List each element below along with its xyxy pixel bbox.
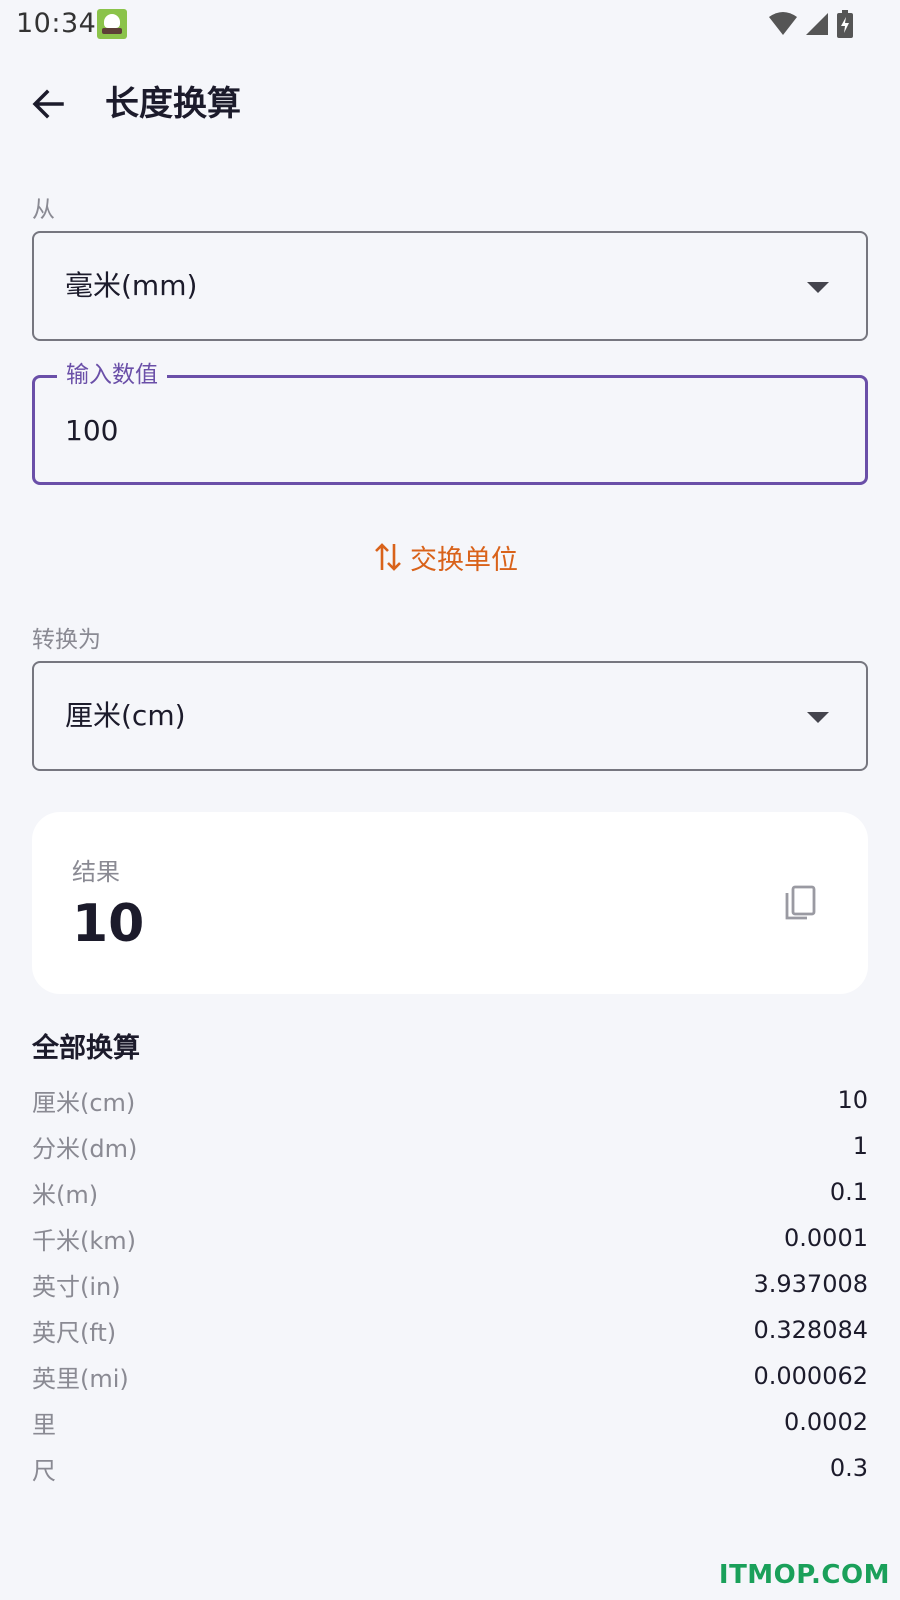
result-value: 10 (72, 894, 145, 954)
page-title: 长度换算 (105, 84, 241, 124)
app-notification-icon (97, 9, 127, 39)
conversion-unit: 厘米(cm) (32, 1088, 136, 1117)
to-unit-value: 厘米(cm) (65, 699, 186, 732)
result-card: 结果 10 (32, 812, 868, 994)
to-unit-select[interactable]: 厘米(cm) (32, 661, 868, 771)
list-item: 厘米(cm) 10 (32, 1077, 868, 1123)
list-item: 米(m) 0.1 (32, 1169, 868, 1215)
conversion-unit: 千米(km) (32, 1226, 137, 1255)
watermark: ITMOP.COM (718, 1560, 890, 1590)
conversion-unit: 米(m) (32, 1180, 99, 1209)
conversion-value: 0.1 (829, 1178, 868, 1206)
dropdown-arrow-icon (807, 282, 829, 293)
conversion-unit: 尺 (32, 1456, 56, 1485)
from-label: 从 (32, 197, 55, 223)
swap-vertical-icon (375, 543, 401, 571)
wifi-icon (768, 11, 798, 37)
conversion-value: 0.0002 (784, 1408, 868, 1436)
signal-icon (804, 11, 830, 37)
battery-charging-icon (836, 10, 854, 38)
conversion-value: 0.000062 (753, 1362, 868, 1390)
result-label: 结果 (72, 858, 120, 886)
back-button[interactable] (24, 80, 72, 128)
list-item: 里 0.0002 (32, 1399, 868, 1445)
list-item: 分米(dm) 1 (32, 1123, 868, 1169)
conversion-value: 0.3 (829, 1454, 868, 1482)
arrow-left-icon (32, 89, 64, 119)
copy-button[interactable] (772, 876, 828, 932)
conversion-value: 3.937008 (753, 1270, 868, 1298)
to-label: 转换为 (32, 627, 101, 653)
conversion-value: 1 (852, 1132, 868, 1160)
from-unit-value: 毫米(mm) (65, 269, 198, 302)
status-bar: 10:34 (0, 0, 900, 48)
copy-icon (785, 885, 816, 920)
top-app-bar: 长度换算 (0, 64, 900, 144)
list-item: 英寸(in) 3.937008 (32, 1261, 868, 1307)
status-time: 10:34 (16, 8, 97, 39)
list-item: 英尺(ft) 0.328084 (32, 1307, 868, 1353)
conversion-unit: 英里(mi) (32, 1364, 129, 1393)
value-input[interactable] (65, 378, 825, 482)
status-icons (768, 10, 854, 38)
conversion-list: 厘米(cm) 10 分米(dm) 1 米(m) 0.1 千米(km) 0.000… (32, 1077, 868, 1491)
swap-units-button[interactable]: 交换单位 (374, 536, 518, 578)
conversion-unit: 里 (32, 1410, 56, 1439)
all-conversions-title: 全部换算 (32, 1033, 140, 1064)
conversion-value: 0.328084 (753, 1316, 868, 1344)
list-item: 千米(km) 0.0001 (32, 1215, 868, 1261)
list-item: 尺 0.3 (32, 1445, 868, 1491)
list-item: 英里(mi) 0.000062 (32, 1353, 868, 1399)
swap-label: 交换单位 (410, 544, 518, 576)
conversion-value: 0.0001 (784, 1224, 868, 1252)
conversion-unit: 分米(dm) (32, 1134, 138, 1163)
from-unit-select[interactable]: 毫米(mm) (32, 231, 868, 341)
conversion-value: 10 (837, 1086, 868, 1114)
dropdown-arrow-icon (807, 712, 829, 723)
conversion-unit: 英尺(ft) (32, 1318, 117, 1347)
conversion-unit: 英寸(in) (32, 1272, 121, 1301)
value-input-box[interactable]: 输入数值 (32, 360, 868, 485)
